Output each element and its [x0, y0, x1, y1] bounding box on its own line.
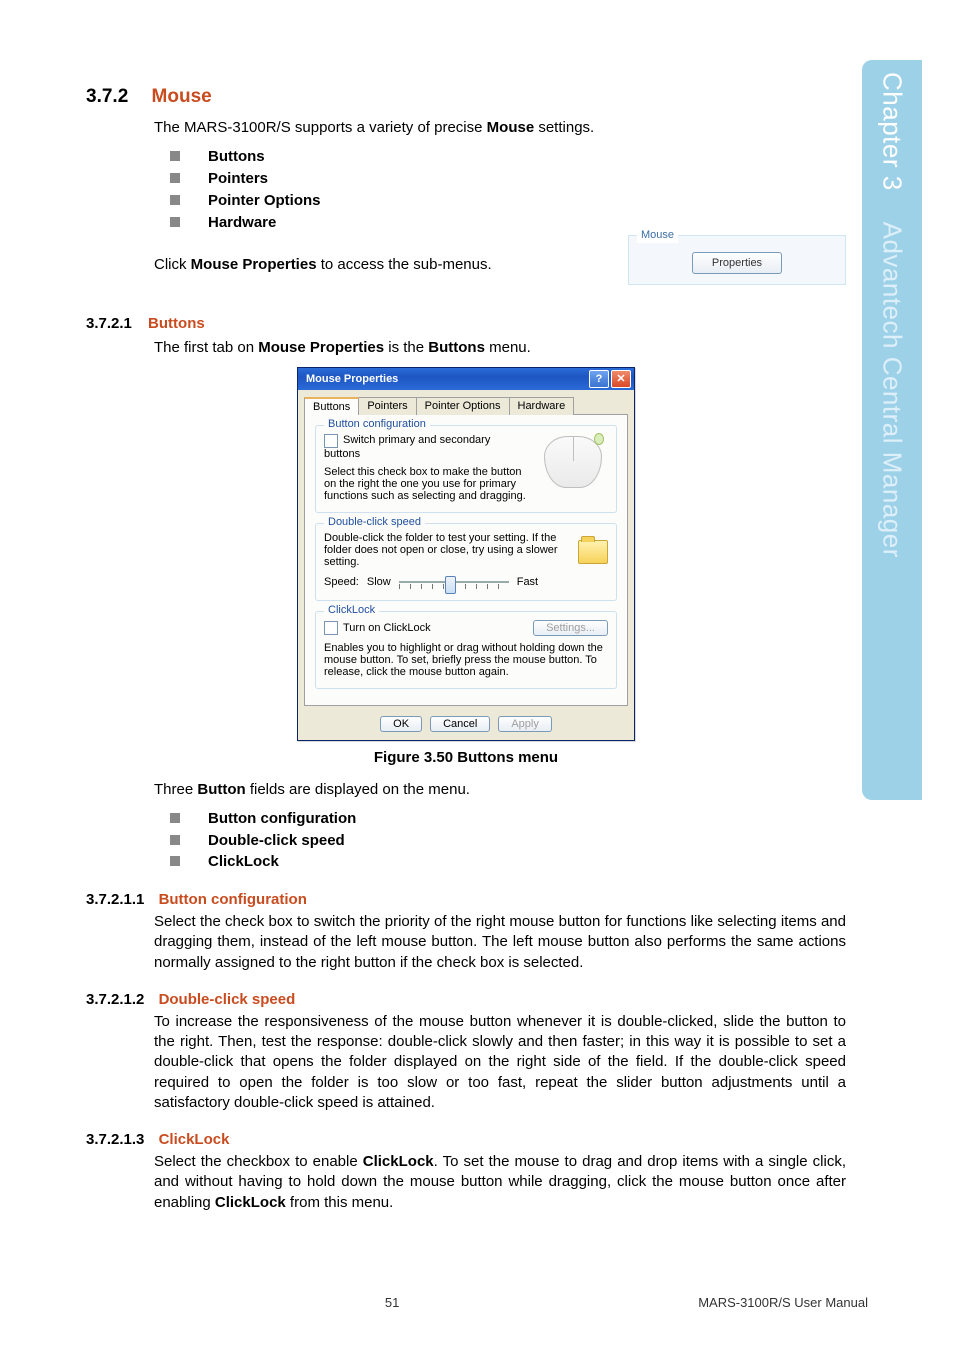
t-pre: The first tab on: [154, 339, 258, 356]
list-item: Double-click speed: [154, 830, 846, 852]
page-footer: 51 MARS-3100R/S User Manual: [86, 1295, 868, 1310]
manual-title: MARS-3100R/S User Manual: [698, 1295, 868, 1310]
t-mid: is the: [384, 339, 428, 356]
heading-num: 3.7.2.1.3: [86, 1131, 144, 1148]
heading-title: Button configuration: [159, 891, 307, 908]
heading-37211: 3.7.2.1.1 Button configuration: [86, 891, 846, 908]
cl-e: from this menu.: [286, 1194, 394, 1211]
side-tab-chapter: Chapter 3: [878, 72, 908, 191]
close-button[interactable]: ✕: [611, 370, 631, 388]
clicklock-desc: Enables you to highlight or drag without…: [324, 642, 608, 678]
heading-title: ClickLock: [159, 1131, 230, 1148]
intro-post: settings.: [534, 119, 594, 136]
first-tab-line: The first tab on Mouse Properties is the…: [154, 338, 846, 358]
test-folder-icon[interactable]: [578, 540, 608, 564]
heading-num: 3.7.2.1.2: [86, 991, 144, 1008]
t-post: menu.: [485, 339, 531, 356]
mouse-groupbox: Mouse Properties: [628, 235, 846, 285]
intro-line: The MARS-3100R/S supports a variety of p…: [154, 118, 846, 138]
list-item: Hardware: [154, 212, 846, 234]
speed-label: Speed:: [324, 576, 359, 588]
dialog-tabs: Buttons Pointers Pointer Options Hardwar…: [298, 390, 634, 414]
settings-list: Buttons Pointers Pointer Options Hardwar…: [154, 146, 846, 233]
checkbox-label: Turn on ClickLock: [343, 621, 431, 633]
intro-pre: The MARS-3100R/S supports a variety of p…: [154, 119, 487, 136]
side-tab-text: Chapter 3 Advantech Central Manager: [877, 72, 908, 558]
checkbox-label: Switch primary and secondary buttons: [324, 434, 490, 459]
group-button-config: Button configuration Switch primary and …: [315, 425, 617, 513]
side-chapter-tab: Chapter 3 Advantech Central Manager: [862, 60, 922, 800]
heading-3721: 3.7.2.1 Buttons: [86, 315, 846, 332]
clicklock-checkbox[interactable]: Turn on ClickLock: [324, 621, 431, 635]
group-title: Double-click speed: [324, 516, 425, 528]
tab-buttons[interactable]: Buttons: [304, 397, 359, 415]
cl-d: ClickLock: [215, 1194, 286, 1211]
checkbox-icon[interactable]: [324, 621, 338, 635]
mouse-preview-icon: [536, 434, 608, 490]
tabpage-buttons: Button configuration Switch primary and …: [304, 414, 628, 706]
access-pre: Click: [154, 256, 191, 273]
heading-37212: 3.7.2.1.2 Double-click speed: [86, 991, 846, 1008]
button-config-desc: Select this check box to make the button…: [324, 466, 526, 502]
slow-label: Slow: [367, 576, 391, 588]
tf-b: Button: [197, 781, 245, 798]
list-item: Buttons: [154, 146, 846, 168]
tf-pre: Three: [154, 781, 197, 798]
cl-a: Select the checkbox to enable: [154, 1153, 363, 1170]
t-b1: Mouse Properties: [258, 339, 384, 356]
list-item: Pointers: [154, 168, 846, 190]
dialog-titlebar[interactable]: Mouse Properties ? ✕: [298, 368, 634, 390]
dialog-button-row: OK Cancel Apply: [298, 712, 634, 740]
list-item: ClickLock: [154, 851, 846, 873]
figure-caption: Figure 3.50 Buttons menu: [86, 749, 846, 766]
heading-num: 3.7.2.1: [86, 315, 132, 332]
heading-37213: 3.7.2.1.3 ClickLock: [86, 1131, 846, 1148]
button-config-paragraph: Select the check box to switch the prior…: [154, 912, 846, 973]
speed-slider[interactable]: [399, 574, 509, 590]
tab-pointer-options[interactable]: Pointer Options: [416, 397, 510, 415]
group-clicklock: ClickLock Turn on ClickLock Settings... …: [315, 611, 617, 689]
page-number: 51: [385, 1295, 399, 1310]
three-fields-line: Three Button fields are displayed on the…: [154, 780, 846, 800]
intro-bold: Mouse: [487, 119, 535, 136]
side-tab-title: Advantech Central Manager: [878, 222, 908, 558]
mouse-properties-dialog: Mouse Properties ? ✕ Buttons Pointers Po…: [297, 367, 635, 741]
list-item: Button configuration: [154, 808, 846, 830]
tab-pointers[interactable]: Pointers: [358, 397, 416, 415]
heading-title: Mouse: [152, 86, 212, 107]
groupbox-legend: Mouse: [637, 228, 678, 243]
fast-label: Fast: [517, 576, 538, 588]
slider-thumb-icon[interactable]: [445, 576, 456, 594]
ok-button[interactable]: OK: [380, 716, 422, 732]
cancel-button[interactable]: Cancel: [430, 716, 490, 732]
dblclick-paragraph: To increase the responsiveness of the mo…: [154, 1012, 846, 1113]
properties-button[interactable]: Properties: [692, 252, 782, 274]
fields-list: Button configuration Double-click speed …: [154, 808, 846, 873]
group-title: ClickLock: [324, 604, 379, 616]
dblclick-desc: Double-click the folder to test your set…: [324, 532, 568, 568]
access-post: to access the sub-menus.: [317, 256, 492, 273]
switch-buttons-checkbox[interactable]: Switch primary and secondary buttons: [324, 434, 490, 459]
settings-button[interactable]: Settings...: [533, 620, 608, 636]
t-b2: Buttons: [428, 339, 485, 356]
heading-num: 3.7.2: [86, 86, 128, 107]
heading-372: 3.7.2 Mouse: [86, 86, 846, 108]
access-line: Click Mouse Properties to access the sub…: [154, 255, 616, 275]
access-bold: Mouse Properties: [191, 256, 317, 273]
tf-post: fields are displayed on the menu.: [246, 781, 470, 798]
group-double-click: Double-click speed Double-click the fold…: [315, 523, 617, 601]
help-button[interactable]: ?: [589, 370, 609, 388]
tab-hardware[interactable]: Hardware: [509, 397, 575, 415]
dialog-title: Mouse Properties: [306, 373, 398, 385]
heading-title: Buttons: [148, 315, 205, 332]
apply-button[interactable]: Apply: [498, 716, 552, 732]
list-item: Pointer Options: [154, 190, 846, 212]
heading-title: Double-click speed: [159, 991, 296, 1008]
group-title: Button configuration: [324, 418, 430, 430]
heading-num: 3.7.2.1.1: [86, 891, 144, 908]
cl-b: ClickLock: [363, 1153, 434, 1170]
clicklock-paragraph: Select the checkbox to enable ClickLock.…: [154, 1152, 846, 1213]
checkbox-icon[interactable]: [324, 434, 338, 448]
